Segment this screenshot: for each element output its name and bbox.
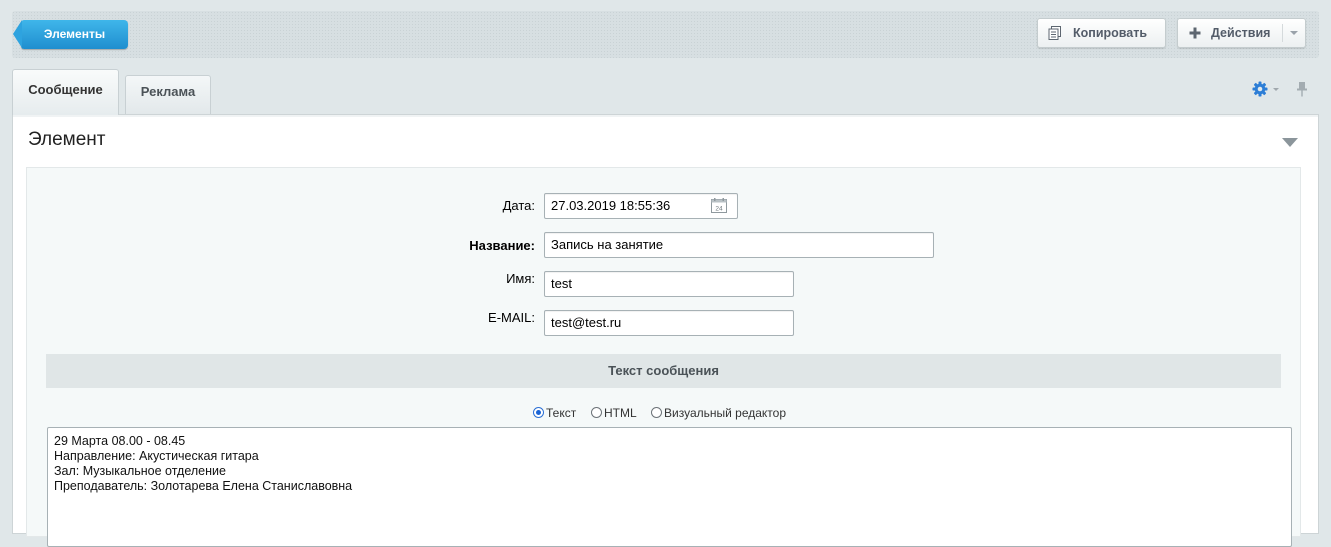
actions-button[interactable]: Действия [1177, 18, 1306, 48]
pin-icon[interactable] [1295, 81, 1309, 97]
message-section-header: Текст сообщения [46, 354, 1281, 388]
actions-divider [1282, 24, 1283, 42]
name-label: Имя: [506, 271, 535, 286]
format-radio-visual[interactable]: Визуальный редактор [651, 406, 786, 420]
section-title: Элемент [28, 129, 106, 150]
copy-button[interactable]: Копировать [1037, 18, 1166, 48]
collapse-section-icon[interactable] [1282, 138, 1298, 147]
message-line: Зал: Музыкальное отделение [54, 464, 226, 478]
settings-chevron-down-icon[interactable] [1273, 88, 1279, 91]
format-radio-html[interactable]: HTML [591, 406, 637, 420]
element-form: Дата: 27.03.2019 18:55:36 24 Название: З… [26, 167, 1301, 547]
chevron-down-icon[interactable] [1290, 31, 1298, 35]
actions-button-label: Действия [1211, 26, 1271, 40]
copy-icon [1048, 26, 1061, 40]
title-value: Запись на занятие [551, 237, 664, 252]
plus-icon [1189, 27, 1201, 39]
radio-unchecked-icon[interactable] [651, 407, 662, 418]
copy-button-label: Копировать [1073, 26, 1148, 40]
message-line: 29 Марта 08.00 - 08.45 [54, 434, 186, 448]
email-input[interactable]: test@test.ru [544, 310, 794, 336]
message-line: Преподаватель: Золотарева Елена Станисла… [54, 479, 353, 493]
radio-unchecked-icon[interactable] [591, 407, 602, 418]
gear-icon[interactable] [1252, 81, 1268, 97]
back-to-elements-button[interactable]: Элементы [13, 20, 128, 49]
back-button-label: Элементы [43, 27, 106, 41]
date-value: 27.03.2019 18:55:36 [551, 198, 671, 213]
date-label: Дата: [502, 198, 535, 213]
tab-message-label: Сообщение [28, 82, 103, 97]
date-field[interactable]: 27.03.2019 18:55:36 [544, 193, 738, 219]
content-panel: Элемент Дата: 27.03.2019 18:55:36 24 Наз… [12, 114, 1319, 547]
format-radio-text-label: Текст [546, 406, 577, 420]
message-line: Направление: Акустическая гитара [54, 449, 259, 463]
tab-message[interactable]: Сообщение [12, 69, 119, 115]
email-label: E-MAIL: [488, 310, 535, 325]
format-radio-text[interactable]: Текст [533, 406, 576, 420]
message-textarea[interactable]: 29 Марта 08.00 - 08.45 Направление: Акус… [47, 427, 1292, 547]
tab-advertising-label: Реклама [140, 84, 196, 99]
calendar-day-text: 24 [715, 206, 723, 213]
format-radio-html-label: HTML [604, 406, 637, 420]
email-value: test@test.ru [551, 315, 622, 330]
format-radio-visual-label: Визуальный редактор [664, 406, 787, 420]
title-label: Название: [469, 238, 535, 253]
title-input[interactable]: Запись на занятие [544, 232, 934, 258]
tab-advertising[interactable]: Реклама [125, 75, 211, 115]
top-toolbar: Элементы Копировать Действия [12, 11, 1319, 58]
calendar-icon[interactable]: 24 [711, 198, 727, 213]
name-value: test [551, 276, 572, 291]
radio-checked-icon[interactable] [533, 407, 544, 418]
panel-divider [13, 115, 1318, 117]
name-input[interactable]: test [544, 271, 794, 297]
